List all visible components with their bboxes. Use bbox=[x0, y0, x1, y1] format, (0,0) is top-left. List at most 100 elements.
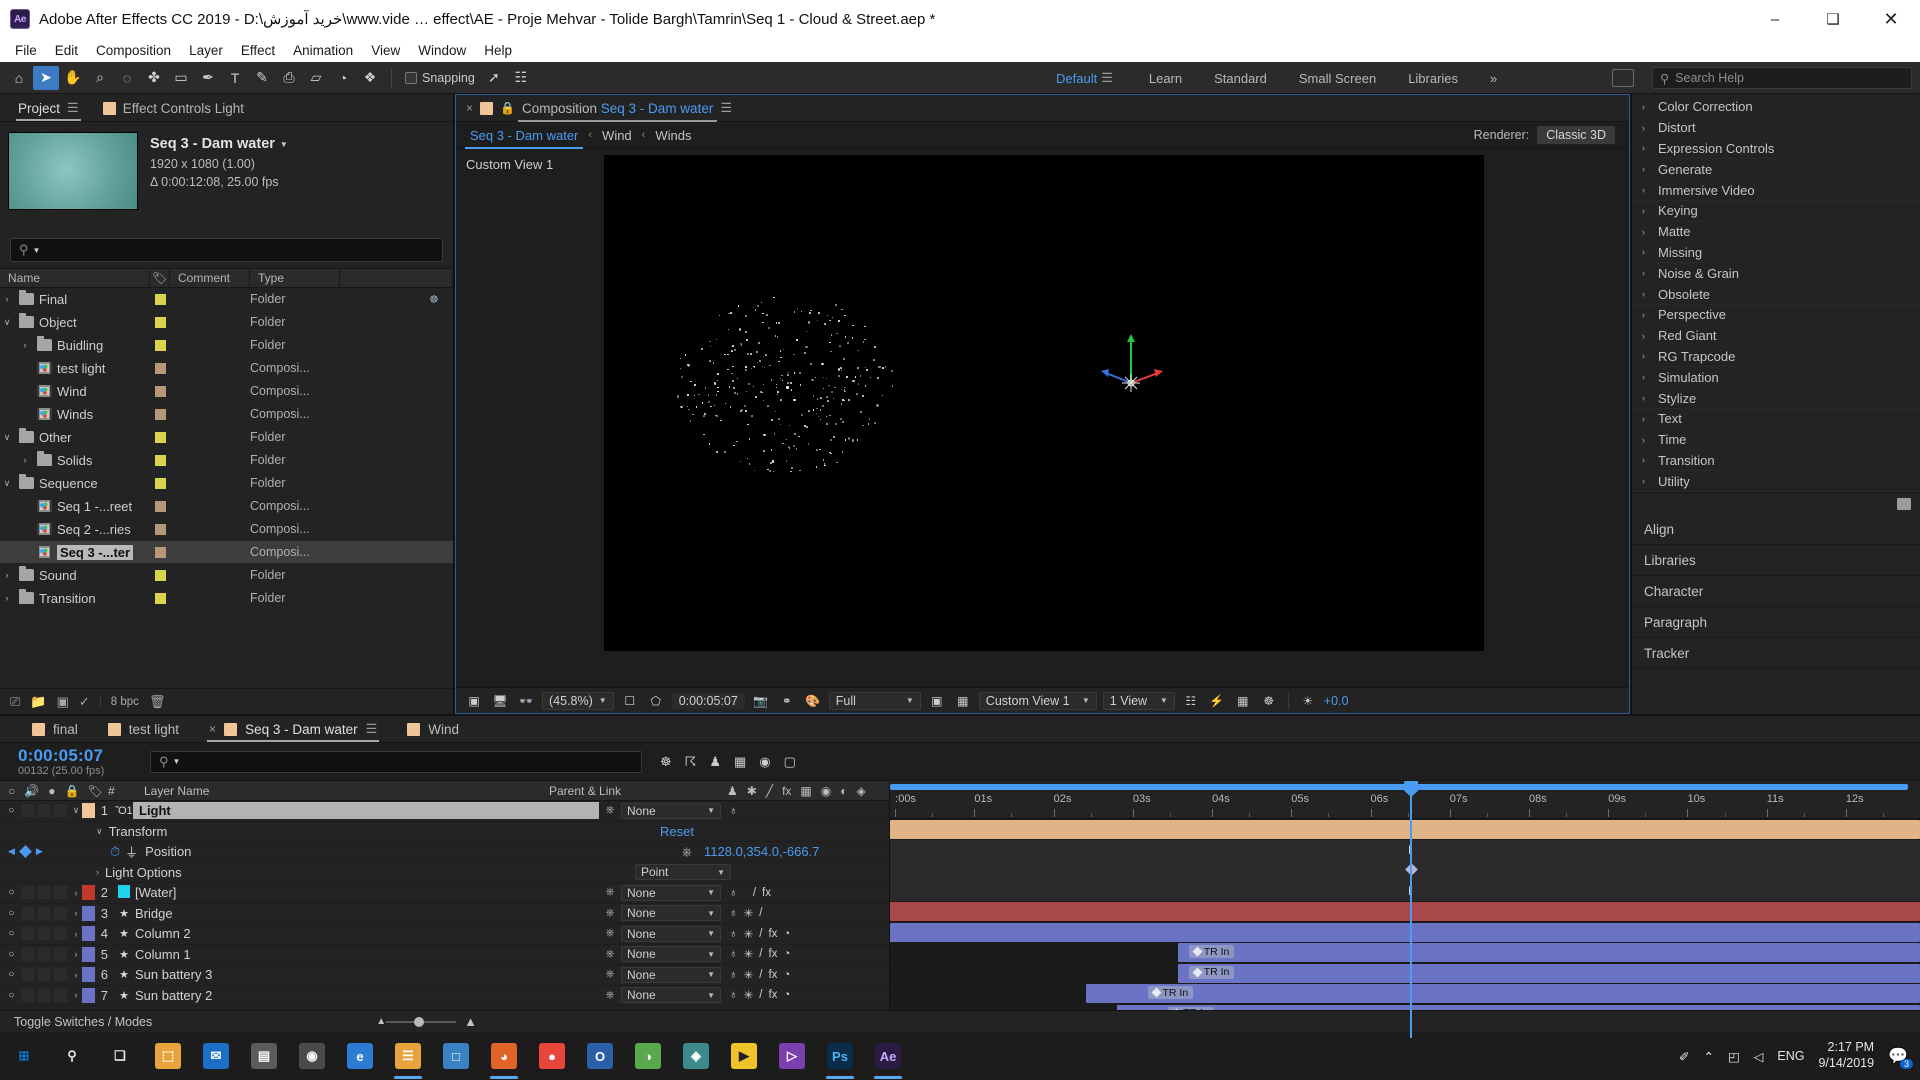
project-item-row[interactable]: Seq 2 -...ries Composi... bbox=[0, 518, 453, 541]
exposure-value[interactable]: +0.0 bbox=[1324, 694, 1349, 708]
shape-tool[interactable]: ▭ bbox=[168, 66, 194, 90]
toggle-mask-icon[interactable]: ▦ bbox=[953, 692, 973, 710]
track-row[interactable]: TR In bbox=[890, 983, 1920, 1004]
lock-toggle-cell[interactable] bbox=[53, 885, 68, 901]
layer-label-color[interactable] bbox=[82, 987, 95, 1003]
toggle-switches-modes-button[interactable]: Toggle Switches / Modes bbox=[14, 1015, 152, 1029]
menu-item-help[interactable]: Help bbox=[475, 41, 521, 60]
store-icon[interactable]: ⬚ bbox=[144, 1032, 192, 1080]
layer-tracks[interactable]: II TR In TR In TR In TR In bbox=[890, 819, 1920, 1010]
column-header-layer-name[interactable]: Layer Name bbox=[134, 784, 541, 798]
volume-icon[interactable]: ◁ bbox=[1754, 1049, 1764, 1064]
disclosure-arrow-icon[interactable]: › bbox=[0, 294, 14, 304]
layer-switch[interactable]: ✳ bbox=[744, 968, 754, 982]
composition-tab[interactable]: Composition Seq 3 - Dam water bbox=[517, 101, 718, 122]
minimize-button[interactable]: – bbox=[1746, 0, 1804, 38]
keyframe-indicator[interactable] bbox=[19, 845, 32, 859]
position-value[interactable]: 1128.0,354.0,-666.7 bbox=[704, 844, 889, 859]
keyframe-navigator[interactable]: ◀ ▶ bbox=[0, 845, 58, 859]
solo-toggle-cell[interactable] bbox=[37, 946, 52, 962]
utility-icon[interactable]: ◈ bbox=[672, 1032, 720, 1080]
zoom-slider-track[interactable] bbox=[386, 1016, 457, 1027]
chevron-right-icon[interactable]: › bbox=[1642, 102, 1651, 112]
column-header-name[interactable]: Name bbox=[0, 268, 150, 288]
mask-feather-tool[interactable]: ➚ bbox=[481, 66, 507, 90]
item-label-color[interactable] bbox=[150, 293, 170, 305]
video-toggle-icon[interactable]: ○ bbox=[4, 803, 19, 818]
item-label-color[interactable] bbox=[150, 523, 170, 535]
calculator-icon[interactable]: ▤ bbox=[240, 1032, 288, 1080]
effect-category-perspective[interactable]: › Perspective bbox=[1632, 305, 1920, 326]
layer-switch[interactable]: ◔ bbox=[783, 969, 790, 981]
label-tag-icon[interactable]: 🏷 bbox=[150, 268, 170, 288]
lock-toggle-cell[interactable] bbox=[53, 905, 68, 921]
snapshot-camera-icon[interactable]: 📷 bbox=[751, 692, 771, 710]
region-interest-box-icon[interactable]: ▣ bbox=[927, 692, 947, 710]
panel-tab-align[interactable]: Align bbox=[1632, 514, 1920, 546]
timeline-search-input[interactable]: ⚲ ▼ bbox=[150, 750, 642, 773]
close-icon[interactable]: × bbox=[466, 101, 473, 115]
effect-category-expression-controls[interactable]: › Expression Controls bbox=[1632, 139, 1920, 160]
effect-category-obsolete[interactable]: › Obsolete bbox=[1632, 284, 1920, 305]
zoom-tool[interactable]: ⌕ bbox=[87, 66, 113, 90]
disclosure-arrow-icon[interactable]: › bbox=[70, 908, 82, 918]
chevron-right-icon[interactable]: › bbox=[1642, 351, 1651, 361]
layer-name[interactable]: Light bbox=[133, 802, 599, 820]
draft-3d-icon[interactable]: ☈ bbox=[685, 754, 697, 770]
solo-toggle-cell[interactable] bbox=[37, 926, 52, 942]
lock-toggle-cell[interactable] bbox=[53, 946, 68, 962]
project-settings-icon[interactable]: ✓ bbox=[79, 694, 90, 710]
item-label-color[interactable] bbox=[150, 454, 170, 466]
snapping-toggle[interactable]: Snapping bbox=[405, 71, 475, 85]
effect-category-stylize[interactable]: › Stylize bbox=[1632, 388, 1920, 409]
parent-selector[interactable]: None ▼ bbox=[621, 946, 721, 963]
layer-label-color[interactable] bbox=[82, 905, 95, 921]
parent-selector[interactable]: None ▼ bbox=[621, 966, 721, 983]
layer-row[interactable]: ○ › 3 ★ Bridge ⎈ None ▼ ♁ ✳ / bbox=[0, 904, 889, 924]
layer-switch[interactable]: fx bbox=[768, 928, 777, 940]
layer-switch[interactable]: ◔ bbox=[783, 948, 790, 960]
timeline-tab-test-light[interactable]: test light bbox=[94, 719, 193, 742]
layer-duration-bar[interactable] bbox=[1116, 1004, 1920, 1010]
hide-shy-layers-icon[interactable]: ♟ bbox=[709, 754, 721, 770]
item-label-color[interactable] bbox=[150, 592, 170, 604]
video-toggle-icon[interactable]: ○ bbox=[4, 926, 19, 941]
effect-category-red-giant[interactable]: › Red Giant bbox=[1632, 326, 1920, 347]
track-row[interactable]: TR In bbox=[890, 1004, 1920, 1010]
brush-tool[interactable]: ✎ bbox=[249, 66, 275, 90]
selection-tool[interactable]: ➤ bbox=[33, 65, 59, 90]
layer-switch[interactable]: ♁ bbox=[729, 805, 738, 817]
timeline-icon[interactable]: ▦ bbox=[1233, 692, 1253, 710]
layer-switch[interactable]: ♁ bbox=[729, 887, 738, 899]
layer-label-color[interactable] bbox=[82, 885, 95, 901]
layer-name[interactable]: Column 1 bbox=[133, 947, 599, 962]
effect-category-noise-grain[interactable]: › Noise & Grain bbox=[1632, 263, 1920, 285]
disclosure-arrow-icon[interactable]: › bbox=[70, 990, 82, 1000]
video-editor-icon[interactable]: ▷ bbox=[768, 1032, 816, 1080]
parent-pickwhip-icon[interactable]: ⎈ bbox=[599, 927, 621, 940]
menu-item-layer[interactable]: Layer bbox=[180, 41, 232, 60]
panel-tab-tracker[interactable]: Tracker bbox=[1632, 638, 1920, 670]
search-icon[interactable]: ⚲ bbox=[48, 1032, 96, 1080]
chevron-right-icon[interactable]: › bbox=[1642, 310, 1651, 320]
view-count-selector[interactable]: 1 View ▼ bbox=[1102, 691, 1175, 710]
effect-category-rg-trapcode[interactable]: › RG Trapcode bbox=[1632, 347, 1920, 368]
layer-duration-bar[interactable] bbox=[1178, 963, 1920, 983]
project-item-row[interactable]: › Final Folder ☸ bbox=[0, 288, 453, 311]
project-item-row[interactable]: Winds Composi... bbox=[0, 403, 453, 426]
layer-switch[interactable]: ◔ bbox=[783, 989, 790, 1001]
search-help-box[interactable]: ⚲ Search Help bbox=[1652, 67, 1912, 89]
layer-switch[interactable]: / bbox=[759, 989, 762, 1001]
transform-badge[interactable]: TR In bbox=[1168, 1006, 1214, 1010]
layer-duration-bar[interactable] bbox=[1085, 984, 1920, 1003]
layer-label-color[interactable] bbox=[82, 803, 95, 819]
layer-switch[interactable]: ♁ bbox=[729, 989, 738, 1001]
after-effects-icon[interactable]: Ae bbox=[864, 1032, 912, 1080]
motion-blur-icon[interactable]: ◉ bbox=[759, 754, 770, 770]
fast-previews-icon[interactable]: ⚡ bbox=[1207, 692, 1227, 710]
timecode-display[interactable]: 0:00:05:07 00132 (25.00 fps) bbox=[0, 746, 150, 777]
breadcrumb-seq-3-dam-water[interactable]: Seq 3 - Dam water bbox=[464, 128, 584, 149]
paint-icon[interactable]: ◑ bbox=[624, 1032, 672, 1080]
panel-menu-icon[interactable]: ☰ bbox=[366, 721, 378, 737]
chevron-right-icon[interactable]: › bbox=[1642, 206, 1651, 216]
